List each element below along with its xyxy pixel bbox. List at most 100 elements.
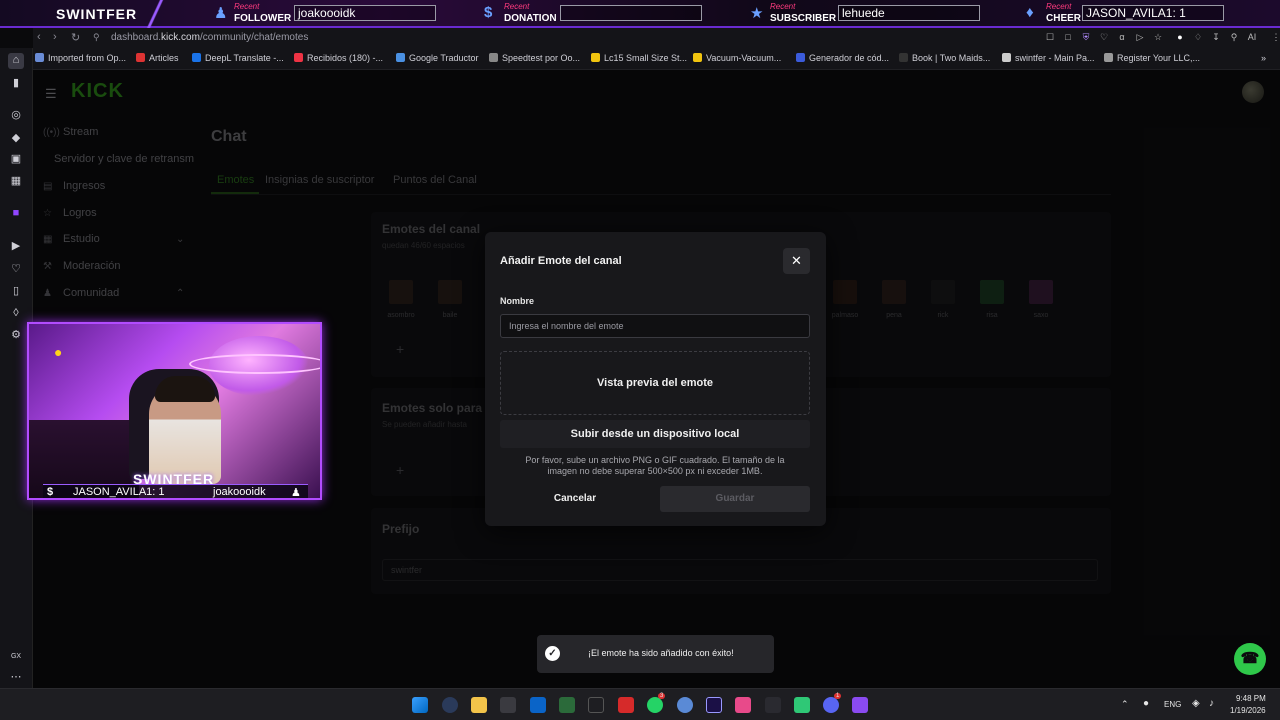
upload-local-button[interactable]: Subir desde un dispositivo local <box>500 420 810 448</box>
more-menu-icon[interactable]: ⋮ <box>1271 32 1280 42</box>
whatsapp-badge: 3 <box>658 693 666 699</box>
save-button[interactable]: Guardar <box>660 486 810 512</box>
bookmark-item[interactable]: Recibidos (180) -... <box>294 53 383 63</box>
ai-icon[interactable]: AI <box>1245 32 1259 42</box>
extension-icon[interactable]: ◊ <box>9 306 23 320</box>
globe-icon[interactable] <box>677 697 693 713</box>
windows-taskbar: 3 1 ⌃ ● ENG ◈ ♪ 9:48 PM 1/19/2026 <box>0 688 1280 720</box>
bookmark-item[interactable]: DeepL Translate -... <box>192 53 284 63</box>
overlay-cheer-value: JASON_AVILA1: 1 <box>1082 5 1224 21</box>
windows-start-icon[interactable] <box>412 697 428 713</box>
bolt-icon[interactable] <box>618 697 634 713</box>
forward-icon[interactable]: › <box>53 31 57 43</box>
close-button[interactable]: ✕ <box>783 248 810 274</box>
more-dots-icon[interactable]: ⋯ <box>9 670 23 684</box>
overlay-subscriber-slot: ★ Recent SUBSCRIBER lehuede <box>750 2 982 26</box>
address-bar: ‹ › ↻ ⚲ dashboard.kick.com/community/cha… <box>33 28 1280 48</box>
play-circle-icon[interactable]: ▶ <box>9 239 23 253</box>
bookmarks-bar: Imported from Op... Articles DeepL Trans… <box>33 48 1280 70</box>
file-explorer-icon[interactable] <box>471 697 487 713</box>
image-icon[interactable]: ▣ <box>9 152 23 166</box>
outlook-icon[interactable] <box>530 697 546 713</box>
bookmark-item[interactable]: Imported from Op... <box>35 53 126 63</box>
check-circle-icon: ✓ <box>545 646 560 661</box>
bookmark-item[interactable]: Lc15 Small Size St... <box>591 53 687 63</box>
tray-chevron-icon[interactable]: ⌃ <box>1121 699 1129 710</box>
success-toast: ✓ ¡El emote ha sido añadido con éxito! <box>537 635 774 673</box>
streamlabs-icon[interactable] <box>794 697 810 713</box>
bookmark-rail-icon[interactable]: ▯ <box>9 284 23 298</box>
add-emote-modal: Añadir Emote del canal ✕ Nombre Vista pr… <box>485 232 826 526</box>
whatsapp-icon[interactable] <box>647 697 663 713</box>
bookmark-icon[interactable]: ☐ <box>1045 32 1055 42</box>
cancel-button[interactable]: Cancelar <box>500 486 650 512</box>
premiere-icon[interactable] <box>706 697 722 713</box>
bookmark-item[interactable]: Book | Two Maids... <box>899 53 990 63</box>
background-planet-ring <box>189 354 320 374</box>
screenshot-icon[interactable]: □ <box>1063 32 1073 42</box>
wifi-icon[interactable]: ◈ <box>1192 698 1200 709</box>
help-chat-button[interactable]: ☎ <box>1234 643 1266 675</box>
discord-icon[interactable] <box>823 697 839 713</box>
clapper-icon[interactable] <box>852 697 868 713</box>
widget-icon[interactable] <box>765 697 781 713</box>
emote-name-input[interactable] <box>500 314 810 338</box>
bookmark-item[interactable]: Speedtest por Oo... <box>489 53 580 63</box>
puzzle-icon[interactable]: ♢ <box>1193 32 1203 42</box>
pin-icon[interactable]: ⚲ <box>1229 32 1239 42</box>
download-icon[interactable]: ↧ <box>1211 32 1221 42</box>
overlay-follower-label: FOLLOWER <box>234 13 292 24</box>
play-icon[interactable]: ▷ <box>1135 32 1145 42</box>
overlay-follower-value: joakoooidk <box>294 5 436 21</box>
headset-icon: ☎ <box>1240 650 1260 667</box>
diamond-icon[interactable]: ◆ <box>9 131 23 145</box>
bookmark-item[interactable]: Google Traductor <box>396 53 479 63</box>
webcam-cheer-text: JASON_AVILA1: 1 <box>73 486 165 498</box>
reload-icon[interactable]: ↻ <box>71 31 80 44</box>
back-icon[interactable]: ‹ <box>37 31 41 43</box>
url-field[interactable]: dashboard.kick.com/community/chat/emotes <box>111 32 308 43</box>
webcam-overlay: ● SWINTFER $ JASON_AVILA1: 1 joakoooidk … <box>27 322 322 500</box>
capcut-icon[interactable] <box>588 697 604 713</box>
photos-icon[interactable] <box>735 697 751 713</box>
bookmark-item[interactable]: Articles <box>136 53 179 63</box>
overlay-recent-label: Recent <box>770 2 796 11</box>
store-icon[interactable] <box>500 697 516 713</box>
drop-icon: ♦ <box>1026 4 1034 21</box>
book-icon[interactable] <box>559 697 575 713</box>
extension-s-icon[interactable]: ● <box>1175 32 1185 42</box>
overlay-brand: SWINTFER <box>56 6 138 22</box>
translate-icon[interactable]: α <box>1117 32 1127 42</box>
heart-icon[interactable]: ♡ <box>1099 32 1109 42</box>
settings-icon[interactable]: ⚙ <box>9 328 23 342</box>
overlay-donation-label: DONATION <box>504 13 557 24</box>
star-icon: ★ <box>750 5 764 22</box>
star-icon[interactable]: ☆ <box>1153 32 1163 42</box>
overlay-recent-label: Recent <box>1046 2 1072 11</box>
overlay-subscriber-label: SUBSCRIBER <box>770 13 837 24</box>
follower-icon: ♟ <box>214 5 228 22</box>
heart-icon[interactable]: ♡ <box>9 262 23 276</box>
volume-icon[interactable]: ♪ <box>1209 698 1214 709</box>
bookmark-item[interactable]: Vacuum-Vacuum... <box>693 53 781 63</box>
bookmarks-overflow-icon[interactable]: » <box>1261 53 1266 63</box>
bookmark-item[interactable]: Generador de cód... <box>796 53 889 63</box>
twitch-icon[interactable]: ■ <box>9 206 23 220</box>
stream-overlay-bar: SWINTFER ♟ Recent FOLLOWER joakoooidk $ … <box>0 0 1280 28</box>
microphone-icon[interactable]: ● <box>1143 698 1149 709</box>
lock-icon: ⚲ <box>93 32 100 42</box>
bookmark-item[interactable]: swintfer - Main Pa... <box>1002 53 1095 63</box>
twitch-circle-icon[interactable]: ◎ <box>9 108 23 122</box>
box-icon[interactable]: ▦ <box>9 174 23 188</box>
shield-icon[interactable]: ⛨ <box>1081 32 1091 42</box>
browser-gx-icon[interactable] <box>442 697 458 713</box>
clock-date[interactable]: 1/19/2026 <box>1230 706 1266 715</box>
language-indicator[interactable]: ENG <box>1164 700 1181 709</box>
clock-time[interactable]: 9:48 PM <box>1236 694 1266 703</box>
home-icon[interactable]: ⌂ <box>8 53 24 69</box>
gamepad-icon[interactable]: ▮ <box>9 76 23 90</box>
overlay-donation-value <box>560 5 702 21</box>
gx-label: GX <box>10 653 22 660</box>
bookmark-item[interactable]: Register Your LLC,... <box>1104 53 1200 63</box>
emote-preview-area: Vista previa del emote <box>500 351 810 415</box>
